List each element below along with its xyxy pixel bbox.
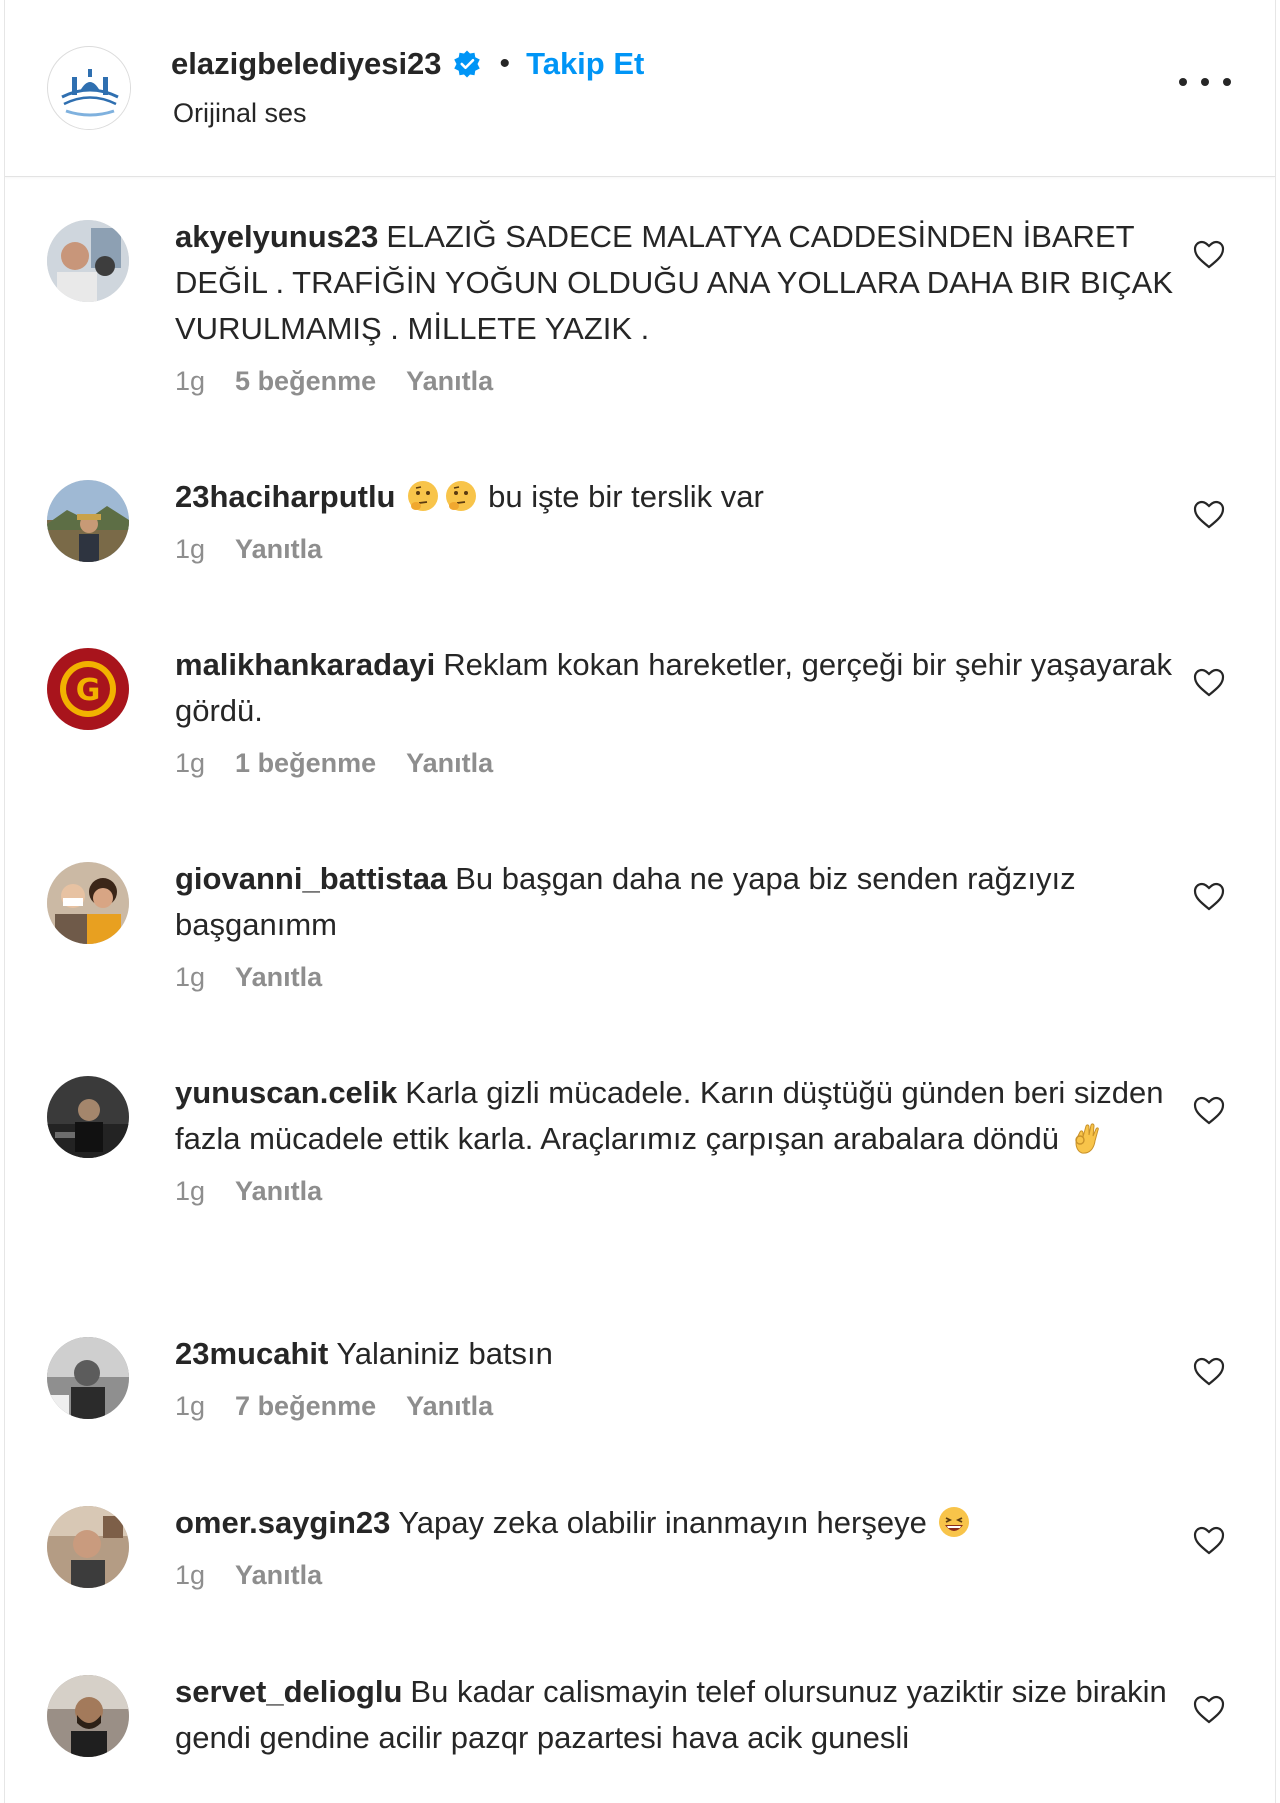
comments-panel: elazigbelediyesi23 • Takip Et Orijinal s… xyxy=(4,0,1276,1803)
comment-time[interactable]: 1g xyxy=(175,1552,205,1598)
post-header: elazigbelediyesi23 • Takip Et Orijinal s… xyxy=(5,0,1275,177)
comment-body: yunuscan.celik Karla gizli mücadele. Karı… xyxy=(175,1070,1175,1214)
comment-text: bu işte bir terslik var xyxy=(488,479,764,514)
comment-time[interactable]: 1g xyxy=(175,740,205,786)
avatar[interactable] xyxy=(47,1506,129,1588)
heart-icon[interactable] xyxy=(1193,668,1225,698)
comment-time[interactable]: 1g xyxy=(175,1168,205,1214)
comment-meta: 1g Yanıtla xyxy=(175,526,1175,572)
reply-button[interactable]: Yanıtla xyxy=(406,1383,493,1429)
account-avatar[interactable] xyxy=(47,46,131,130)
separator-dot: • xyxy=(499,47,511,80)
comment-likes[interactable]: 7 beğenme xyxy=(235,1383,376,1429)
audio-label[interactable]: Orijinal ses xyxy=(173,98,307,129)
ok-hand-emoji xyxy=(1074,1123,1099,1154)
comment-username[interactable]: servet_delioglu xyxy=(175,1674,402,1709)
comment-username[interactable]: 23mucahit xyxy=(175,1336,328,1371)
comment-body: omer.saygin23 Yapay zeka olabilir inanmay… xyxy=(175,1500,1175,1598)
comment-time[interactable]: 1g xyxy=(175,954,205,1000)
comment-likes[interactable]: 5 beğenme xyxy=(235,358,376,404)
verified-badge-icon xyxy=(453,50,480,78)
header-title-row: elazigbelediyesi23 • Takip Et xyxy=(171,44,644,84)
municipality-logo-icon xyxy=(49,48,130,129)
thinking-face-emoji xyxy=(445,481,476,511)
comment-time[interactable]: 1g xyxy=(175,358,205,404)
comment-username[interactable]: giovanni_battistaa xyxy=(175,861,447,896)
comment-time[interactable]: 1g xyxy=(175,1383,205,1429)
svg-text:G: G xyxy=(76,673,101,708)
thinking-face-emoji xyxy=(407,481,438,511)
comment-meta: 1g Yanıtla xyxy=(175,1552,1175,1598)
heart-icon[interactable] xyxy=(1193,882,1225,912)
heart-icon[interactable] xyxy=(1193,1526,1225,1556)
heart-icon[interactable] xyxy=(1193,1695,1225,1725)
comment-time[interactable]: 1g xyxy=(175,526,205,572)
comment-body: 23haciharputlu bu işte bir terslik var 1… xyxy=(175,474,1175,572)
heart-icon[interactable] xyxy=(1193,500,1225,530)
comment-body: akyelyunus23 ELAZIĞ SADECE MALATYA CADDES… xyxy=(175,214,1175,404)
reply-button[interactable]: Yanıtla xyxy=(406,358,493,404)
comment-body: servet_delioglu Bu kadar calismayin telef… xyxy=(175,1669,1175,1761)
reply-button[interactable]: Yanıtla xyxy=(235,1552,322,1598)
avatar[interactable] xyxy=(47,1337,129,1419)
more-options-icon[interactable] xyxy=(1179,70,1231,94)
comment-username[interactable]: yunuscan.celik xyxy=(175,1075,397,1110)
laughing-face-emoji xyxy=(939,1507,970,1537)
reply-button[interactable]: Yanıtla xyxy=(235,526,322,572)
heart-icon[interactable] xyxy=(1193,1357,1225,1387)
avatar[interactable] xyxy=(47,1675,129,1757)
comment-username[interactable]: omer.saygin23 xyxy=(175,1505,390,1540)
comment-body: giovanni_battistaa Bu başgan daha ne yapa… xyxy=(175,856,1175,1000)
account-username[interactable]: elazigbelediyesi23 xyxy=(171,46,442,82)
comment-username[interactable]: 23haciharputlu xyxy=(175,479,396,514)
follow-button[interactable]: Takip Et xyxy=(526,46,644,82)
reply-button[interactable]: Yanıtla xyxy=(235,1168,322,1214)
comment-text: Yapay zeka olabilir inanmayın herşeye xyxy=(398,1505,927,1540)
comment-meta: 1g 1 beğenme Yanıtla xyxy=(175,740,1175,786)
avatar[interactable] xyxy=(47,220,129,302)
comment-meta: 1g Yanıtla xyxy=(175,1168,1175,1214)
avatar[interactable] xyxy=(47,862,129,944)
reply-button[interactable]: Yanıtla xyxy=(406,740,493,786)
comment-meta: 1g Yanıtla xyxy=(175,954,1175,1000)
comment-meta: 1g 5 beğenme Yanıtla xyxy=(175,358,1175,404)
comment-likes[interactable]: 1 beğenme xyxy=(235,740,376,786)
avatar[interactable] xyxy=(47,480,129,562)
heart-icon[interactable] xyxy=(1193,240,1225,270)
heart-icon[interactable] xyxy=(1193,1096,1225,1126)
comment-body: malikhankaradayi Reklam kokan hareketler,… xyxy=(175,642,1175,786)
comment-text: Yalaniniz batsın xyxy=(336,1336,553,1371)
comment-meta: 1g 7 beğenme Yanıtla xyxy=(175,1383,1175,1429)
comment-username[interactable]: malikhankaradayi xyxy=(175,647,435,682)
reply-button[interactable]: Yanıtla xyxy=(235,954,322,1000)
comment-body: 23mucahit Yalaniniz batsın 1g 7 beğenme Y… xyxy=(175,1331,1175,1429)
avatar[interactable] xyxy=(47,1076,129,1158)
comment-username[interactable]: akyelyunus23 xyxy=(175,219,378,254)
avatar[interactable]: G xyxy=(47,648,129,730)
